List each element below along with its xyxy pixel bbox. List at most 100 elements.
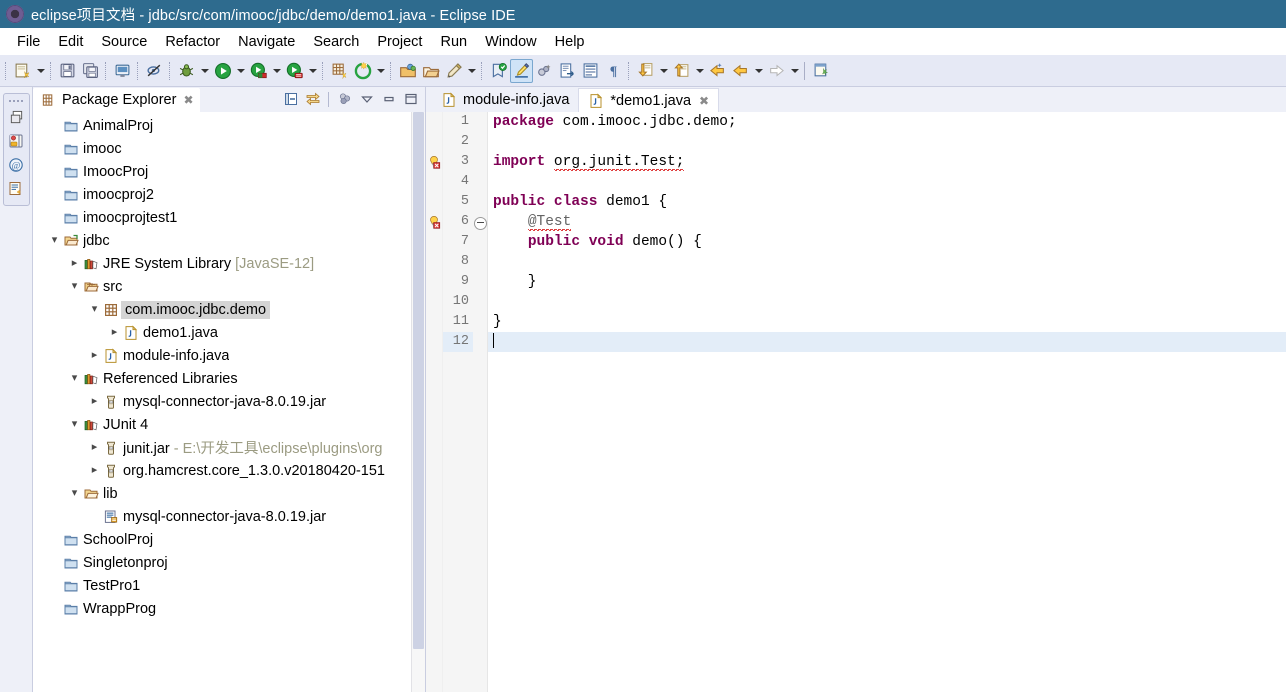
tree-item[interactable]: ▾ lib: [33, 482, 425, 505]
menu-file[interactable]: File: [8, 32, 49, 52]
twisty-collapsed-icon[interactable]: ▸: [92, 465, 98, 476]
pilcrow-icon[interactable]: ¶: [602, 59, 625, 83]
search-button[interactable]: [487, 59, 510, 83]
code-line[interactable]: package com.imooc.jdbc.demo;: [488, 112, 1286, 132]
twisty[interactable]: ▸: [87, 350, 102, 361]
twisty-collapsed-icon[interactable]: ▸: [112, 327, 118, 338]
code-line[interactable]: [488, 172, 1286, 192]
editor-tab[interactable]: module-info.java: [432, 88, 579, 112]
close-icon[interactable]: ✖: [183, 93, 193, 107]
new-window-button[interactable]: [810, 59, 833, 83]
twisty-expanded-icon[interactable]: ▾: [72, 373, 78, 384]
code-line[interactable]: [488, 292, 1286, 312]
tree-item[interactable]: TestPro1: [33, 574, 425, 597]
tree-item[interactable]: AnimalProj: [33, 114, 425, 137]
twisty-expanded-icon[interactable]: ▾: [72, 488, 78, 499]
new-class-dropdown[interactable]: [465, 59, 478, 83]
view-menu-button[interactable]: [334, 89, 355, 109]
open-task-button[interactable]: [556, 59, 579, 83]
tree-item[interactable]: ▸ 010 junit.jar - E:\开发工具\eclipse\plugins\…: [33, 436, 425, 459]
tree-item[interactable]: ▾ JUnit 4: [33, 413, 425, 436]
twisty-collapsed-icon[interactable]: ▸: [92, 396, 98, 407]
previous-annotation-button[interactable]: [670, 59, 693, 83]
twisty-expanded-icon[interactable]: ▾: [92, 304, 98, 315]
save-button[interactable]: [56, 59, 79, 83]
code-line[interactable]: }: [488, 312, 1286, 332]
menu-source[interactable]: Source: [92, 32, 156, 52]
forward-dropdown[interactable]: [788, 59, 801, 83]
tree-item[interactable]: ▸ module-info.java: [33, 344, 425, 367]
save-all-button[interactable]: [79, 59, 102, 83]
twisty[interactable]: ▾: [47, 235, 62, 246]
close-icon[interactable]: ✖: [699, 94, 709, 108]
twisty-expanded-icon[interactable]: ▾: [52, 235, 58, 246]
tree-item[interactable]: ▸ 010 org.hamcrest.core_1.3.0.v20180420-15…: [33, 459, 425, 482]
twisty-expanded-icon[interactable]: ▾: [72, 419, 78, 430]
menu-run[interactable]: Run: [431, 32, 476, 52]
twisty[interactable]: ▾: [67, 373, 82, 384]
new-java-package-button[interactable]: [328, 59, 351, 83]
fold-collapse-icon[interactable]: [474, 217, 487, 230]
tree-item[interactable]: ImoocProj: [33, 160, 425, 183]
twisty[interactable]: ▾: [87, 304, 102, 315]
menu-project[interactable]: Project: [368, 32, 431, 52]
run-dropdown[interactable]: [234, 59, 247, 83]
next-annotation-dropdown[interactable]: [657, 59, 670, 83]
chevron-down-icon[interactable]: [356, 89, 377, 109]
profile-button[interactable]: [283, 59, 306, 83]
code-line[interactable]: [488, 132, 1286, 152]
twisty[interactable]: ▸: [87, 465, 102, 476]
show-whitespace-button[interactable]: [579, 59, 602, 83]
code-line[interactable]: public void demo() {: [488, 232, 1286, 252]
last-edit-location-button[interactable]: [533, 59, 556, 83]
tree-item[interactable]: ▸ demo1.java: [33, 321, 425, 344]
tree-item[interactable]: ▾ com.imooc.jdbc.demo: [33, 298, 425, 321]
code-line[interactable]: @Test: [488, 212, 1286, 232]
scrollbar-thumb[interactable]: [413, 112, 424, 649]
profile-dropdown[interactable]: [306, 59, 319, 83]
twisty-collapsed-icon[interactable]: ▸: [72, 258, 78, 269]
code-editor[interactable]: 1 2 3 4 5 6 7 8 9 10 11 12 package com.imooc.jdbc.d…: [426, 112, 1286, 692]
menu-window[interactable]: Window: [476, 32, 546, 52]
debug-button[interactable]: [175, 59, 198, 83]
open-type-button[interactable]: [419, 59, 442, 83]
new-class-button[interactable]: [442, 59, 465, 83]
back-history-button[interactable]: [706, 59, 729, 83]
new-wizard-button[interactable]: [11, 59, 34, 83]
tree-item[interactable]: ▸ JRE System Library [JavaSE-12]: [33, 252, 425, 275]
tree-item[interactable]: imooc: [33, 137, 425, 160]
next-annotation-button[interactable]: [634, 59, 657, 83]
package-explorer-tab[interactable]: Package Explorer ✖: [33, 88, 200, 112]
forward-button[interactable]: [765, 59, 788, 83]
tree-item[interactable]: imoocprojtest1: [33, 206, 425, 229]
menu-help[interactable]: Help: [546, 32, 594, 52]
debug-dropdown[interactable]: [198, 59, 211, 83]
tree-item[interactable]: ▾ Referenced Libraries: [33, 367, 425, 390]
collapse-all-button[interactable]: [280, 89, 301, 109]
external-tools-dropdown[interactable]: [374, 59, 387, 83]
new-wizard-dropdown[interactable]: [34, 59, 47, 83]
code-line[interactable]: [488, 332, 1286, 352]
code-line[interactable]: }: [488, 272, 1286, 292]
project-tree[interactable]: AnimalProj imooc ImoocProj imoocproj2 imoocp…: [33, 112, 425, 692]
new-java-project-button[interactable]: [396, 59, 419, 83]
twisty-collapsed-icon[interactable]: ▸: [92, 442, 98, 453]
print-button[interactable]: [111, 59, 134, 83]
menu-search[interactable]: Search: [304, 32, 368, 52]
menu-navigate[interactable]: Navigate: [229, 32, 304, 52]
twisty-expanded-icon[interactable]: ▾: [72, 281, 78, 292]
tree-item[interactable]: WrappProg: [33, 597, 425, 620]
at-sign-fastview-button[interactable]: @: [6, 154, 27, 176]
source-text[interactable]: package com.imooc.jdbc.demo; import org.…: [488, 112, 1286, 692]
tree-item[interactable]: imoocproj2: [33, 183, 425, 206]
annotation-ruler[interactable]: [426, 112, 443, 692]
tree-item[interactable]: ▾ jdbc: [33, 229, 425, 252]
error-quickfix-icon[interactable]: [427, 215, 441, 229]
twisty[interactable]: ▸: [107, 327, 122, 338]
run-button[interactable]: [211, 59, 234, 83]
folding-ruler[interactable]: [473, 112, 488, 692]
drag-handle[interactable]: [4, 97, 29, 104]
restore-view-button[interactable]: [6, 106, 27, 128]
twisty[interactable]: ▾: [67, 281, 82, 292]
twisty[interactable]: ▾: [67, 488, 82, 499]
